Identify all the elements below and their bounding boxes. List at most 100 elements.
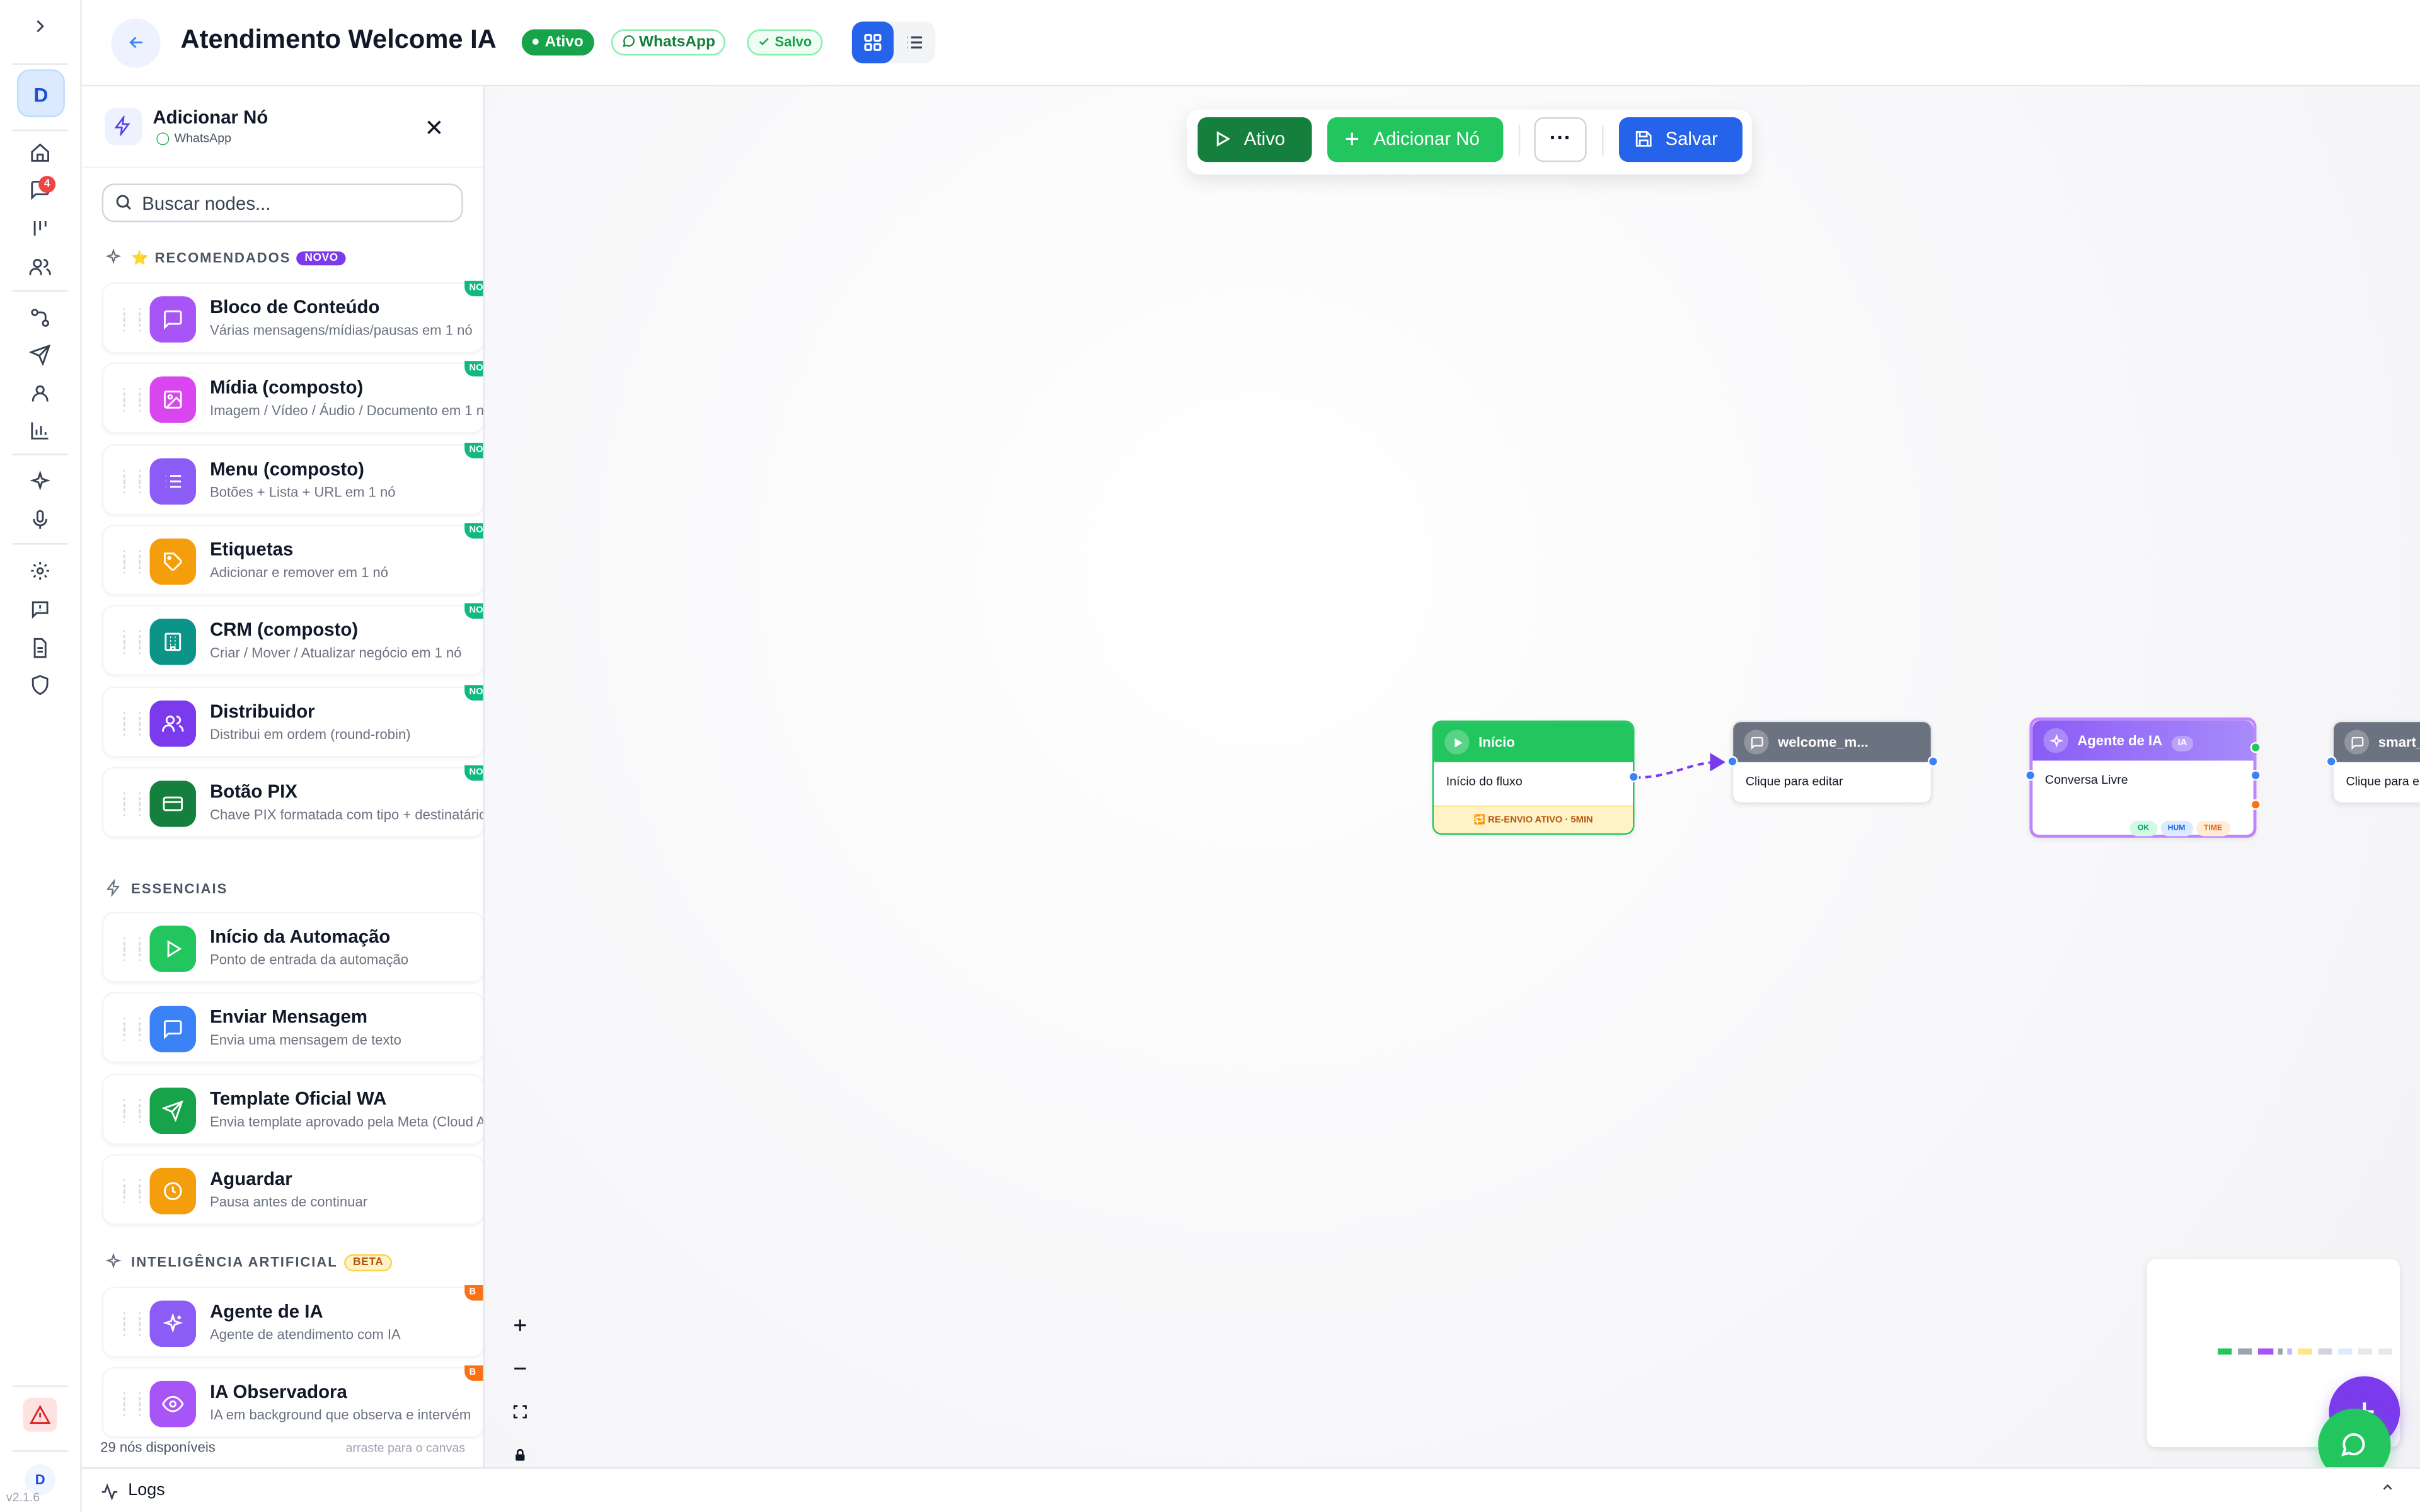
flow-icon[interactable]	[26, 304, 54, 331]
chevron-up-icon[interactable]	[2380, 1480, 2395, 1500]
search-input[interactable]	[142, 190, 451, 218]
microphone-icon[interactable]	[26, 506, 54, 534]
node-option-badge: B	[464, 1366, 483, 1382]
node-option-item[interactable]: ⋮⋮ ⋮⋮ ⋮⋮ Aguardar Pausa antes de continuar	[101, 1154, 483, 1225]
new-tag: NOVO	[297, 251, 347, 266]
timeout-handle[interactable]	[2250, 799, 2261, 810]
output-handle[interactable]	[1927, 756, 1939, 767]
drag-handle-icon[interactable]: ⋮⋮ ⋮⋮ ⋮⋮	[117, 306, 148, 333]
node-option-badge: NO	[464, 604, 483, 619]
divider	[12, 454, 68, 455]
divider	[12, 63, 68, 65]
team-icon[interactable]	[26, 379, 54, 407]
drag-handle-icon[interactable]: ⋮⋮ ⋮⋮ ⋮⋮	[117, 1097, 148, 1123]
minimap-node	[2238, 1348, 2252, 1355]
drag-handle-icon[interactable]: ⋮⋮ ⋮⋮ ⋮⋮	[117, 1310, 148, 1337]
node-option-badge: NO	[464, 522, 483, 539]
sparkles-icon	[2043, 728, 2068, 753]
page-title: Atendimento Welcome IA	[180, 25, 497, 54]
drag-handle-icon[interactable]: ⋮⋮ ⋮⋮ ⋮⋮	[117, 629, 148, 655]
node-option-title: Menu (composto)	[210, 457, 364, 479]
node-message[interactable]: welcome_m... Clique para editar	[1727, 720, 1939, 804]
drag-handle-icon[interactable]: ⋮⋮ ⋮⋮ ⋮⋮	[117, 791, 148, 817]
left-rail: D 4 D v2.1.6	[0, 0, 82, 1512]
drag-handle-icon[interactable]: ⋮⋮ ⋮⋮ ⋮⋮	[117, 936, 148, 962]
output-handle[interactable]	[1628, 771, 1639, 782]
alert-icon[interactable]	[23, 1397, 57, 1432]
active-toggle-button[interactable]: Ativo	[1197, 117, 1312, 163]
input-handle[interactable]	[2325, 756, 2337, 767]
node-option-title: Distribuidor	[210, 699, 315, 721]
fit-view-button[interactable]	[503, 1404, 537, 1438]
node-option-item[interactable]: ⋮⋮ ⋮⋮ ⋮⋮ Enviar Mensagem Envia uma mensagem …	[101, 992, 483, 1064]
save-button[interactable]: Salvar	[1619, 117, 1743, 163]
plus-icon	[514, 1319, 526, 1331]
close-icon[interactable]: ✕	[424, 114, 444, 142]
drag-handle-icon[interactable]: ⋮⋮ ⋮⋮ ⋮⋮	[117, 548, 148, 575]
node-smart[interactable]: smart_ Clique para e	[2332, 720, 2420, 804]
chip-human: HUM	[2160, 820, 2193, 837]
section-ai: INTELIGÊNCIA ARTIFICIAL BETA	[105, 1252, 393, 1274]
feedback-icon[interactable]	[26, 595, 54, 623]
drag-handle-icon[interactable]: ⋮⋮ ⋮⋮ ⋮⋮	[117, 1178, 148, 1205]
node-option-item[interactable]: ⋮⋮ ⋮⋮ ⋮⋮ Agente de IA Agente de atendimento …	[101, 1285, 483, 1358]
drag-handle-icon[interactable]: ⋮⋮ ⋮⋮ ⋮⋮	[117, 1392, 148, 1418]
back-button[interactable]	[111, 18, 161, 68]
zoom-in-button[interactable]	[503, 1317, 537, 1351]
grid-view-button[interactable]	[851, 21, 894, 64]
node-option-description: Várias mensagens/mídias/pausas em 1 nó	[210, 322, 473, 338]
send-icon	[149, 1087, 197, 1134]
minimap-node	[2318, 1348, 2332, 1355]
node-option-item[interactable]: ⋮⋮ ⋮⋮ ⋮⋮ Início da Automação Ponto de entrad…	[101, 912, 483, 983]
document-icon[interactable]	[26, 634, 54, 662]
node-ai-agent[interactable]: Agente de IA IA Conversa Livre OK HUM TIME	[2025, 717, 2261, 838]
check-icon	[759, 38, 769, 45]
node-start[interactable]: Início Início do fluxo 🔁 RE-ENVIO ATIVO …	[1432, 720, 1639, 835]
shield-icon[interactable]	[26, 671, 54, 699]
plus-icon	[1345, 132, 1359, 146]
node-option-description: Pausa antes de continuar	[210, 1194, 368, 1210]
node-option-item[interactable]: ⋮⋮ ⋮⋮ ⋮⋮ CRM (composto) Criar / Mover / Atua…	[101, 604, 483, 677]
send-icon[interactable]	[26, 341, 54, 369]
node-option-description: Criar / Mover / Atualizar negócio em 1 n…	[210, 645, 462, 661]
drag-handle-icon[interactable]: ⋮⋮ ⋮⋮ ⋮⋮	[117, 467, 148, 494]
input-handle[interactable]	[2025, 770, 2036, 781]
node-option-item[interactable]: ⋮⋮ ⋮⋮ ⋮⋮ Botão PIX Chave PIX formatada com t…	[101, 765, 483, 838]
ok-handle[interactable]	[2250, 742, 2261, 753]
node-option-title: Bloco de Conteúdo	[210, 296, 380, 318]
node-option-item[interactable]: ⋮⋮ ⋮⋮ ⋮⋮ Template Oficial WA Envia template …	[101, 1073, 483, 1145]
kanban-icon[interactable]	[26, 214, 54, 242]
node-option-title: CRM (composto)	[210, 619, 359, 641]
panel-header: Adicionar Nó ◯ WhatsApp ✕	[81, 86, 483, 168]
node-option-item[interactable]: ⋮⋮ ⋮⋮ ⋮⋮ Distribuidor Distribui em ordem (ro…	[101, 684, 483, 757]
node-option-item[interactable]: ⋮⋮ ⋮⋮ ⋮⋮ Bloco de Conteúdo Várias mensagens/…	[101, 280, 483, 353]
node-title: welcome_m...	[1778, 734, 1869, 750]
input-handle[interactable]	[1727, 756, 1738, 767]
node-option-item[interactable]: ⋮⋮ ⋮⋮ ⋮⋮ Menu (composto) Botões + Lista + UR…	[101, 442, 483, 515]
gear-icon[interactable]	[26, 557, 54, 585]
zoom-out-button[interactable]	[503, 1361, 537, 1395]
add-node-button[interactable]: Adicionar Nó	[1327, 117, 1504, 163]
channel-badge: WhatsApp	[611, 29, 727, 56]
node-option-item[interactable]: ⋮⋮ ⋮⋮ ⋮⋮ IA Observadora IA em background que…	[101, 1366, 483, 1439]
node-option-item[interactable]: ⋮⋮ ⋮⋮ ⋮⋮ Mídia (composto) Imagem / Vídeo / Á…	[101, 361, 483, 434]
home-icon[interactable]	[26, 139, 54, 166]
drag-handle-icon[interactable]: ⋮⋮ ⋮⋮ ⋮⋮	[117, 387, 148, 413]
chart-icon[interactable]	[26, 416, 54, 444]
drag-handle-icon[interactable]: ⋮⋮ ⋮⋮ ⋮⋮	[117, 710, 148, 736]
node-option-title: Aguardar	[210, 1167, 292, 1189]
node-option-item[interactable]: ⋮⋮ ⋮⋮ ⋮⋮ Etiquetas Adicionar e remover em 1 …	[101, 522, 483, 596]
whatsapp-icon	[2341, 1433, 2365, 1457]
drag-handle-icon[interactable]: ⋮⋮ ⋮⋮ ⋮⋮	[117, 1016, 148, 1043]
contacts-icon[interactable]	[26, 253, 54, 281]
more-options-button[interactable]: ···	[1534, 117, 1587, 163]
flow-canvas[interactable]: Ativo Adicionar Nó ··· Salvar Início Iní…	[484, 86, 2420, 1482]
chevron-right-icon[interactable]	[21, 15, 59, 46]
human-handle[interactable]	[2250, 770, 2261, 781]
workspace-avatar[interactable]: D	[16, 69, 65, 118]
node-option-description: Ponto de entrada da automação	[210, 952, 409, 968]
sparkles-icon[interactable]	[26, 467, 54, 495]
list-view-button[interactable]	[894, 21, 935, 63]
logs-bar[interactable]: Logs	[81, 1467, 2420, 1512]
panel-footer: 29 nós disponíveis arraste para o canvas	[82, 1436, 483, 1467]
